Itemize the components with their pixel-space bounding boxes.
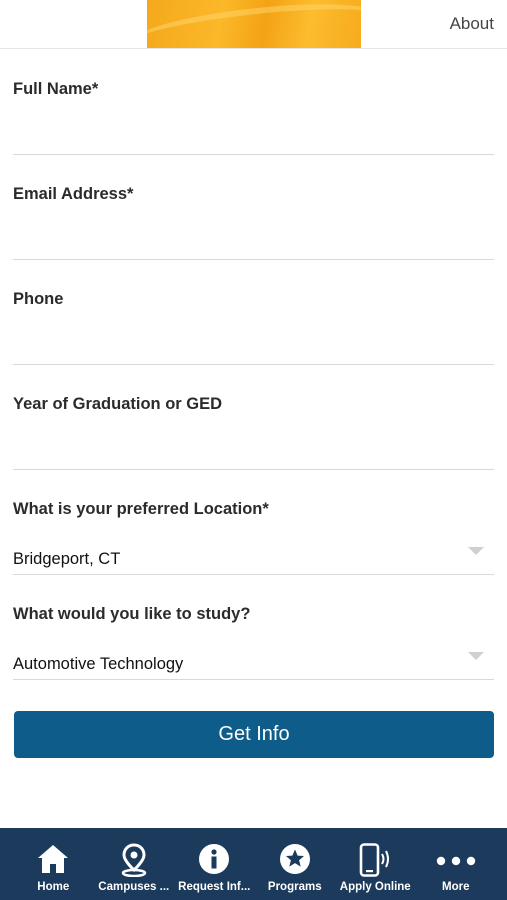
location-dropdown-icon[interactable] [468, 547, 484, 555]
full-name-field[interactable]: Full Name* [13, 48, 494, 155]
tab-apply-online[interactable]: Apply Online [335, 828, 416, 900]
tab-campuses[interactable]: Campuses ... [94, 828, 175, 900]
location-selected-value[interactable]: Bridgeport, CT [13, 550, 120, 569]
study-select[interactable]: What would you like to study? Automotive… [13, 575, 494, 680]
app-header: About [0, 0, 507, 49]
more-dots-icon [436, 853, 476, 871]
tab-apply-online-label: Apply Online [339, 881, 411, 893]
info-icon [198, 843, 230, 880]
tab-home[interactable]: Home [13, 828, 94, 900]
brand-banner [147, 0, 361, 48]
tab-programs-label: Programs [267, 881, 322, 893]
tab-more[interactable]: More [416, 828, 497, 900]
tab-campuses-label: Campuses ... [98, 881, 170, 893]
mobile-phone-icon [357, 843, 393, 882]
bottom-tab-bar: Home Campuses ... Request Inf... Program… [0, 828, 507, 900]
tab-more-label: More [442, 881, 470, 893]
phone-field[interactable]: Phone [13, 260, 494, 365]
study-label: What would you like to study? [13, 605, 251, 623]
phone-label: Phone [13, 290, 64, 308]
tab-request-info-label: Request Inf... [178, 881, 251, 893]
star-icon [279, 843, 311, 880]
email-label: Email Address* [13, 185, 134, 203]
email-field[interactable]: Email Address* [13, 155, 494, 260]
graduation-year-field[interactable]: Year of Graduation or GED [13, 365, 494, 470]
location-label: What is your preferred Location* [13, 500, 269, 518]
location-select[interactable]: What is your preferred Location* Bridgep… [13, 470, 494, 575]
home-icon [36, 843, 70, 880]
full-name-label: Full Name* [13, 80, 99, 98]
tab-home-label: Home [37, 881, 70, 893]
study-selected-value[interactable]: Automotive Technology [13, 655, 183, 674]
study-dropdown-icon[interactable] [468, 652, 484, 660]
get-info-button[interactable]: Get Info [14, 711, 494, 758]
graduation-year-label: Year of Graduation or GED [13, 395, 223, 413]
tab-programs[interactable]: Programs [255, 828, 336, 900]
about-link[interactable]: About [450, 14, 494, 34]
location-pin-icon [120, 843, 148, 882]
tab-request-info[interactable]: Request Inf... [174, 828, 255, 900]
